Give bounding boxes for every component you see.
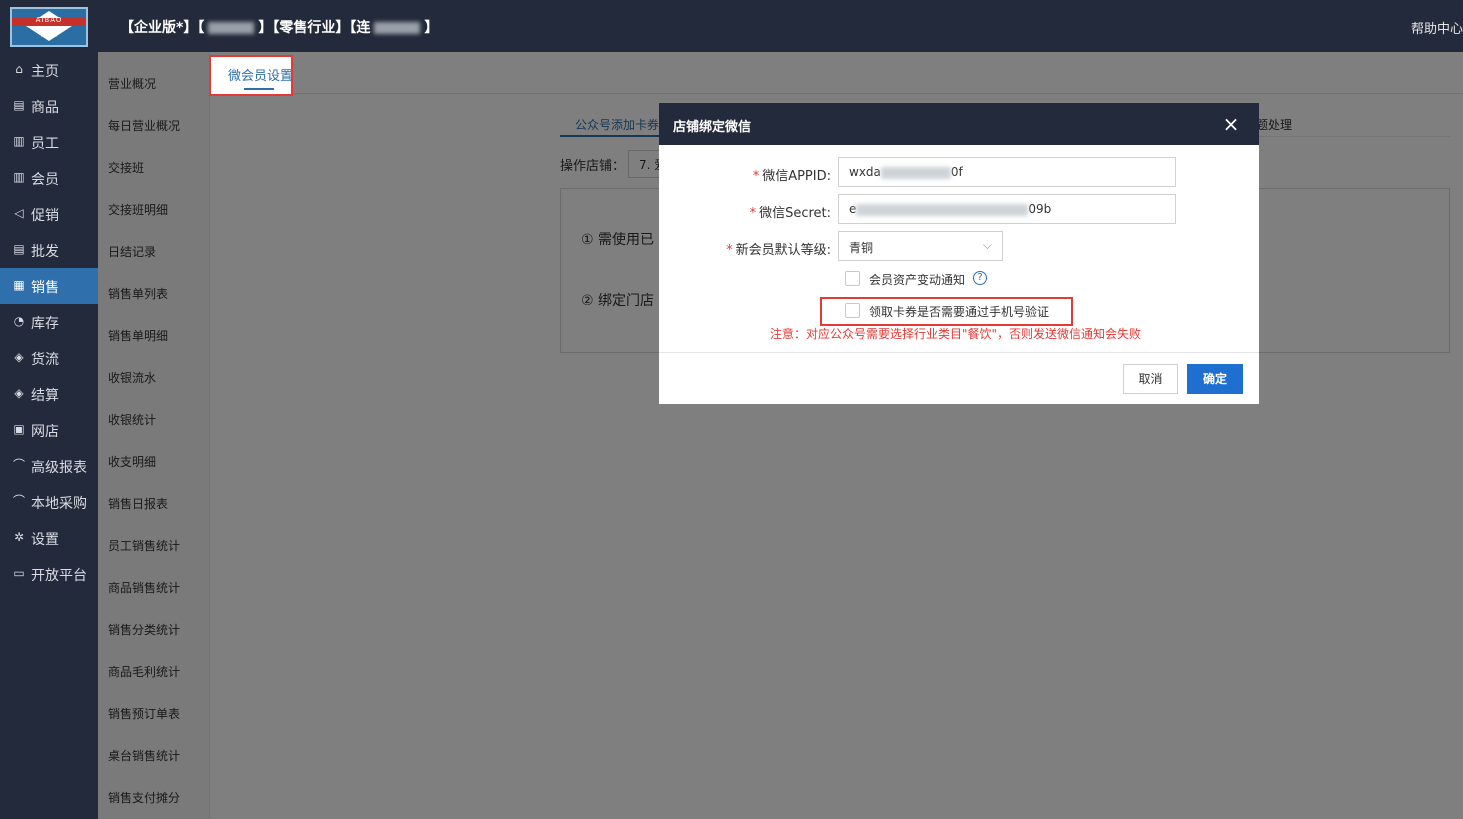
asset-notify-checkbox[interactable] bbox=[845, 271, 860, 286]
sidebar-item-label: 销售 bbox=[31, 280, 59, 296]
member-level-value: 青铜 bbox=[849, 241, 874, 255]
shop-icon: ▣ bbox=[13, 422, 25, 436]
report-icon: ⌒ bbox=[12, 458, 25, 472]
top-bar: AIBAO 爱 宝 【企业版*】【 】【零售行业】【连 】 帮助中心 bbox=[0, 0, 1463, 52]
stock-icon: ◔ bbox=[13, 314, 25, 328]
required-mark: * bbox=[749, 206, 757, 221]
sidebar-item-logistics[interactable]: ◈ 货流 bbox=[0, 340, 98, 376]
dialog-header: 店铺绑定微信 × bbox=[659, 103, 1259, 145]
sidebar-item-label: 批发 bbox=[31, 244, 59, 260]
appid-label: * 微信APPID: bbox=[753, 165, 831, 184]
sidebar-item-label: 结算 bbox=[31, 388, 59, 404]
asset-notify-label: 会员资产变动通知 bbox=[869, 273, 966, 287]
sidebar-item-label: 本地采购 bbox=[31, 496, 87, 512]
appid-field[interactable]: wxda 0f bbox=[838, 157, 1176, 187]
dialog-footer-divider bbox=[659, 352, 1259, 353]
sales-icon: ▦ bbox=[13, 278, 25, 292]
sidebar-item-settlement[interactable]: ◈ 结算 bbox=[0, 376, 98, 412]
promotion-icon: ◁ bbox=[14, 206, 24, 220]
sidebar-item-platform[interactable]: ▭ 开放平台 bbox=[0, 556, 98, 592]
sidebar-item-sales[interactable]: ▦ 销售 bbox=[0, 268, 98, 304]
appid-label-text: 微信APPID: bbox=[762, 169, 831, 184]
logo-subtext: 爱 宝 bbox=[40, 30, 58, 38]
redacted-store bbox=[374, 22, 421, 34]
staff-icon: ▥ bbox=[13, 134, 25, 148]
sidebar-item-label: 设置 bbox=[31, 532, 59, 548]
checkbox-highlight-box bbox=[820, 297, 1073, 326]
sidebar-item-label: 主页 bbox=[31, 64, 59, 80]
bind-wechat-dialog: 店铺绑定微信 × * 微信APPID: wxda 0f * 微信Secret: e 09… bbox=[659, 103, 1259, 404]
close-icon[interactable]: × bbox=[1219, 112, 1243, 136]
main-sidebar: ⌂ 主页 ▤ 商品 ▥ 员工 ▥ 会员 ◁ 促销 ▤ 批发 ▦ 销售 ◔ 库存 ◈ 货流 ◈ 结算 … bbox=[0, 52, 98, 819]
secret-suffix: 09b bbox=[1028, 202, 1052, 216]
sidebar-item-label: 网店 bbox=[31, 424, 59, 440]
sidebar-item-settings[interactable]: ✲ 设置 bbox=[0, 520, 98, 556]
sidebar-item-promotion[interactable]: ◁ 促销 bbox=[0, 196, 98, 232]
account-title-part3: 】 bbox=[424, 20, 439, 36]
appid-suffix: 0f bbox=[950, 165, 963, 179]
required-mark: * bbox=[752, 169, 760, 184]
secret-field[interactable]: e 09b bbox=[838, 194, 1176, 224]
level-label-text: 新会员默认等级: bbox=[735, 243, 831, 258]
secret-prefix: e bbox=[849, 202, 857, 216]
logo[interactable]: AIBAO 爱 宝 bbox=[10, 7, 88, 47]
sidebar-item-home[interactable]: ⌂ 主页 bbox=[0, 52, 98, 88]
sidebar-item-label: 库存 bbox=[31, 316, 59, 332]
sidebar-item-report[interactable]: ⌒ 高级报表 bbox=[0, 448, 98, 484]
account-title: 【企业版*】【 】【零售行业】【连 】 bbox=[120, 17, 438, 37]
sidebar-item-label: 商品 bbox=[31, 100, 59, 116]
wholesale-icon: ▤ bbox=[13, 242, 25, 256]
confirm-button[interactable]: 确定 bbox=[1187, 364, 1243, 394]
sidebar-item-label: 会员 bbox=[31, 172, 59, 188]
appid-row: * 微信APPID: wxda 0f bbox=[659, 157, 1259, 189]
level-label: * 新会员默认等级: bbox=[726, 239, 831, 258]
purchase-icon: ⌒ bbox=[12, 494, 25, 508]
platform-icon: ▭ bbox=[13, 566, 25, 580]
account-title-part1: 【企业版*】【 bbox=[120, 20, 205, 36]
sidebar-item-label: 高级报表 bbox=[31, 460, 87, 476]
sidebar-item-shop[interactable]: ▣ 网店 bbox=[0, 412, 98, 448]
help-center-link[interactable]: 帮助中心 bbox=[1411, 18, 1463, 37]
sidebar-item-staff[interactable]: ▥ 员工 bbox=[0, 124, 98, 160]
product-icon: ▤ bbox=[13, 98, 25, 112]
sidebar-item-stock[interactable]: ◔ 库存 bbox=[0, 304, 98, 340]
secret-label: * 微信Secret: bbox=[750, 202, 831, 221]
sidebar-item-label: 促销 bbox=[31, 208, 59, 224]
warning-note: 注意：对应公众号需要选择行业类目"餐饮"，否则发送微信通知会失败 bbox=[770, 327, 1142, 341]
settings-icon: ✲ bbox=[13, 530, 25, 544]
redacted-id bbox=[208, 22, 255, 34]
required-mark: * bbox=[726, 243, 733, 258]
secret-row: * 微信Secret: e 09b bbox=[659, 194, 1259, 226]
help-icon[interactable]: ? bbox=[973, 271, 987, 285]
redacted-value bbox=[856, 203, 1029, 216]
appid-prefix: wxda bbox=[849, 165, 881, 179]
chevron-down-icon: ⌵ bbox=[982, 238, 992, 252]
cancel-button[interactable]: 取消 bbox=[1123, 364, 1178, 394]
member-level-select[interactable]: 青铜 ⌵ bbox=[838, 231, 1003, 261]
redacted-value bbox=[880, 166, 951, 179]
sidebar-item-product[interactable]: ▤ 商品 bbox=[0, 88, 98, 124]
logo-text: AIBAO bbox=[35, 16, 63, 24]
member-icon: ▥ bbox=[13, 170, 25, 184]
level-row: * 新会员默认等级: 青铜 ⌵ bbox=[659, 231, 1259, 263]
secret-label-text: 微信Secret: bbox=[759, 206, 831, 221]
sidebar-item-label: 货流 bbox=[31, 352, 59, 368]
logistics-icon: ◈ bbox=[14, 350, 24, 364]
dialog-title: 店铺绑定微信 bbox=[673, 120, 752, 135]
home-icon: ⌂ bbox=[15, 62, 23, 76]
sidebar-item-purchase[interactable]: ⌒ 本地采购 bbox=[0, 484, 98, 520]
sidebar-item-wholesale[interactable]: ▤ 批发 bbox=[0, 232, 98, 268]
sidebar-item-member[interactable]: ▥ 会员 bbox=[0, 160, 98, 196]
sidebar-item-label: 员工 bbox=[31, 136, 59, 152]
settlement-icon: ◈ bbox=[14, 386, 24, 400]
account-title-part2: 】【零售行业】【连 bbox=[258, 20, 371, 36]
sidebar-item-label: 开放平台 bbox=[31, 568, 87, 584]
tab-highlight-border bbox=[209, 55, 293, 96]
